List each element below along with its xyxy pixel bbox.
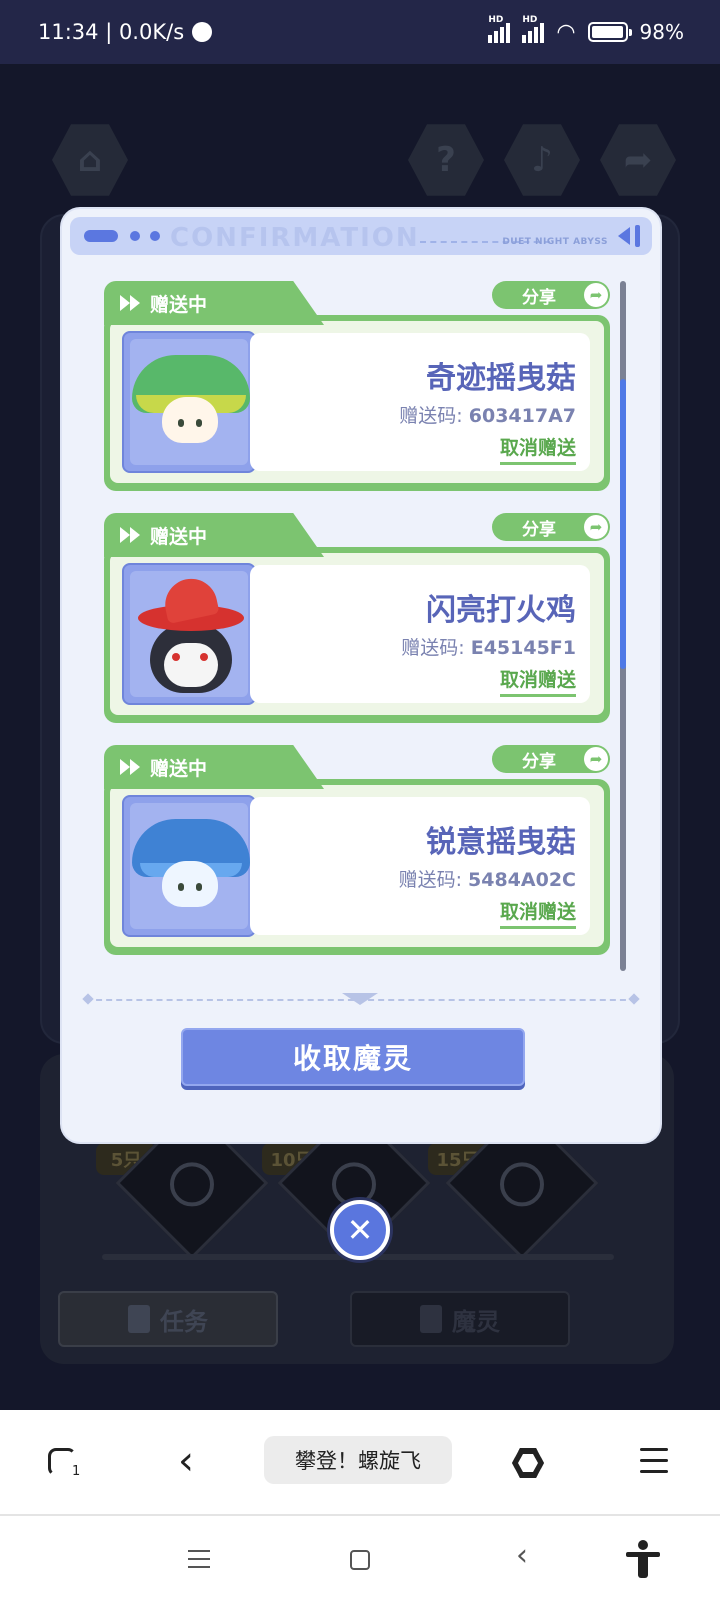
task-button[interactable]: 任务 (58, 1291, 278, 1347)
folder-icon (420, 1305, 442, 1333)
modal-header: CONFIRMATION DUET NIGHT ABYSS (70, 217, 652, 255)
divider-dot (82, 993, 94, 1005)
creature-thumbnail (122, 331, 256, 473)
mushroom-body-icon (162, 397, 218, 443)
system-nav-bar: ‹ (0, 1516, 720, 1600)
collect-spirits-button[interactable]: 收取魔灵 (181, 1028, 525, 1086)
status-right: HD HD ◠ 98% (488, 15, 684, 45)
item-name: 锐意摇曳菇 (426, 825, 576, 860)
gift-code: 赠送码: 603417A7 (399, 405, 576, 427)
status-bar: 11:34 | 0.0K/s HD HD ◠ 98% (0, 0, 720, 64)
signal-icon: HD (522, 15, 545, 43)
header-watermark: CONFIRMATION (170, 223, 420, 253)
wifi-icon: ◠ (556, 19, 576, 45)
document-icon (128, 1305, 150, 1333)
cancel-gift-button[interactable]: 取消赠送 (499, 897, 576, 929)
chevron-down-icon (342, 993, 378, 1005)
home-icon[interactable] (512, 1448, 544, 1478)
tab-count: 1 (72, 1464, 81, 1479)
home-square-icon[interactable] (350, 1550, 370, 1570)
menu-icon[interactable] (640, 1448, 668, 1481)
nav-back-icon[interactable]: ‹ (516, 1538, 528, 1573)
share-arrow-icon: ➦ (584, 283, 608, 307)
header-pill (84, 230, 118, 242)
gift-card: 奇迹摇曳菇 赠送码: 603417A7 取消赠送 赠送中 分享 ➦ (104, 281, 610, 491)
gift-code: 赠送码: E45145F1 (401, 637, 576, 659)
signal-icon: HD (488, 15, 511, 43)
spirit-button[interactable]: 魔灵 (350, 1291, 570, 1347)
scrollbar-thumb[interactable] (620, 379, 626, 669)
cancel-gift-button[interactable]: 取消赠送 (499, 433, 576, 465)
gift-modal: CONFIRMATION DUET NIGHT ABYSS 奇迹摇曳菇 赠送码:… (62, 209, 660, 1142)
share-arrow-icon: ➦ (584, 747, 608, 771)
share-button[interactable]: 分享 ➦ (492, 745, 610, 773)
status-tab: 赠送中 (104, 281, 324, 325)
check-icon (490, 1153, 554, 1216)
card-inner: 奇迹摇曳菇 赠送码: 603417A7 取消赠送 (110, 321, 604, 483)
time-speed: 11:34 | 0.0K/s (38, 20, 185, 44)
card-frame: 奇迹摇曳菇 赠送码: 603417A7 取消赠送 (104, 315, 610, 491)
status-tab: 赠送中 (104, 513, 324, 557)
battery-icon (587, 22, 632, 42)
share-arrow-icon: ➦ (584, 515, 608, 539)
brand-label: DUET NIGHT ABYSS (502, 237, 608, 247)
mushroom-body-icon (162, 861, 218, 907)
bird-body-icon (150, 623, 232, 693)
fast-forward-icon (120, 527, 140, 543)
page-title-pill[interactable]: 攀登！螺旋飞 (264, 1436, 452, 1484)
gift-card: 锐意摇曳菇 赠送码: 5484A02C 取消赠送 赠送中 分享 ➦ (104, 745, 610, 955)
item-name: 闪亮打火鸡 (426, 593, 576, 628)
header-dot (130, 231, 140, 241)
card-inner: 闪亮打火鸡 赠送码: E45145F1 取消赠送 (110, 553, 604, 715)
gift-card: 闪亮打火鸡 赠送码: E45145F1 取消赠送 赠送中 分享 ➦ (104, 513, 610, 723)
card-inner: 锐意摇曳菇 赠送码: 5484A02C 取消赠送 (110, 785, 604, 947)
card-frame: 锐意摇曳菇 赠送码: 5484A02C 取消赠送 (104, 779, 610, 955)
item-info: 奇迹摇曳菇 赠送码: 603417A7 取消赠送 (250, 333, 590, 471)
creature-thumbnail (122, 795, 256, 937)
back-icon[interactable]: ‹ (178, 1438, 194, 1484)
sync-icon (192, 22, 213, 42)
creature-thumbnail (122, 563, 256, 705)
cancel-gift-button[interactable]: 取消赠送 (499, 665, 576, 697)
browser-toolbar: 1 ‹ 攀登！螺旋飞 (0, 1410, 720, 1516)
recents-icon[interactable] (188, 1550, 210, 1574)
item-info: 闪亮打火鸡 赠送码: E45145F1 取消赠送 (250, 565, 590, 703)
header-dot (150, 231, 160, 241)
close-button[interactable]: ✕ (330, 1200, 390, 1260)
fast-forward-icon (120, 295, 140, 311)
mute-icon[interactable]: ♪ (504, 124, 580, 196)
home-icon[interactable]: ⌂ (52, 124, 128, 196)
share-button[interactable]: 分享 ➦ (492, 513, 610, 541)
item-info: 锐意摇曳菇 赠送码: 5484A02C 取消赠送 (250, 797, 590, 935)
collapse-icon[interactable] (618, 225, 640, 247)
check-icon (160, 1153, 224, 1216)
accessibility-icon[interactable] (626, 1540, 660, 1580)
divider-dot (628, 993, 640, 1005)
battery-percent: 98% (639, 20, 684, 44)
status-left: 11:34 | 0.0K/s (38, 20, 213, 44)
card-frame: 闪亮打火鸡 赠送码: E45145F1 取消赠送 (104, 547, 610, 723)
fast-forward-icon (120, 759, 140, 775)
share-icon[interactable]: ➦ (600, 124, 676, 196)
share-button[interactable]: 分享 ➦ (492, 281, 610, 309)
status-tab: 赠送中 (104, 745, 324, 789)
gift-code: 赠送码: 5484A02C (398, 869, 576, 891)
help-icon[interactable]: ? (408, 124, 484, 196)
item-name: 奇迹摇曳菇 (426, 361, 576, 396)
